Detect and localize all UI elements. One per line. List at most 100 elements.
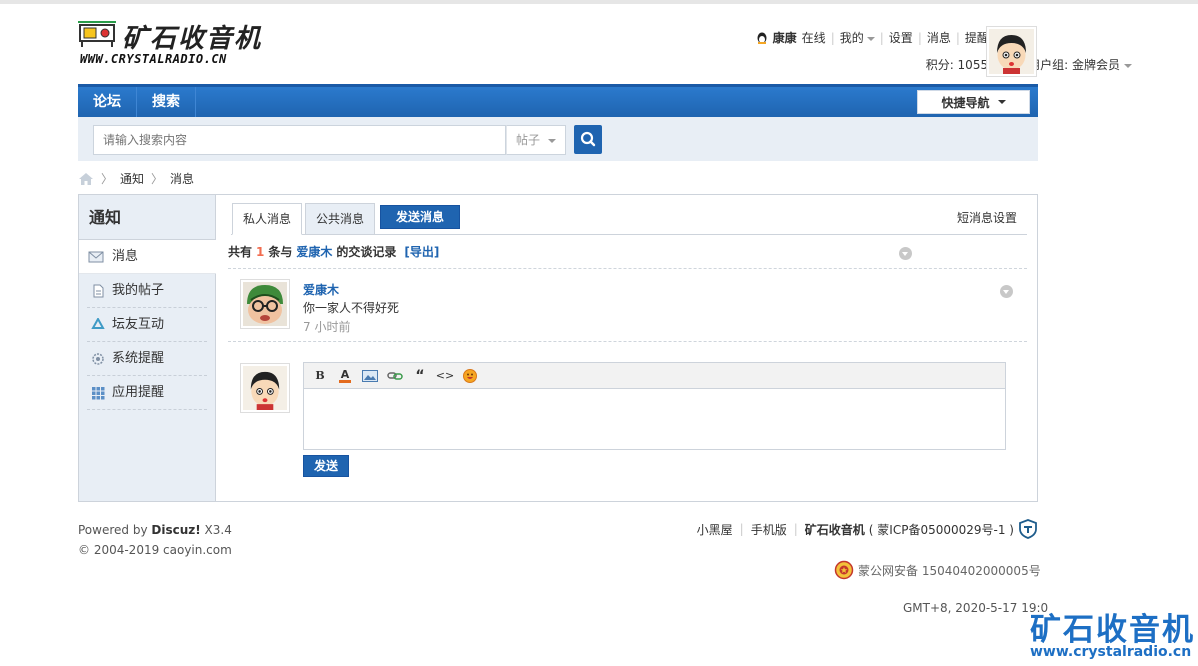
police-record[interactable]: 蒙公网安备 15040402000005号 [834, 560, 1041, 580]
separator: | [955, 30, 960, 45]
sidebar-item-interaction[interactable]: 坛友互动 [87, 308, 207, 342]
points-label: 积分: 1055 [925, 58, 989, 72]
divider [228, 341, 1027, 342]
sidebar-item-label: 我的帖子 [112, 283, 165, 298]
chevron-right-icon: 〉 [101, 172, 114, 186]
chevron-right-icon: 〉 [151, 172, 164, 186]
quick-nav-label: 快捷导航 [941, 95, 990, 110]
shield-icon[interactable] [1018, 519, 1038, 539]
online-status[interactable]: 在线 [802, 29, 826, 46]
grid-icon [92, 387, 105, 400]
footer-site-name[interactable]: 矿石收音机 [805, 521, 865, 538]
username-link[interactable]: 康康 [773, 29, 797, 46]
sidebar-title: 通知 [79, 195, 215, 240]
my-menu[interactable]: 我的 [840, 29, 875, 46]
separator: | [793, 522, 798, 536]
user-avatar[interactable] [986, 26, 1037, 77]
gear-icon [92, 353, 104, 365]
font-color-icon[interactable]: A [335, 367, 355, 385]
message-author[interactable]: 爱康木 [303, 281, 339, 298]
radio-logo-icon [78, 21, 116, 47]
tab-private-messages[interactable]: 私人消息 [232, 203, 303, 235]
tab-public-messages[interactable]: 公共消息 [305, 203, 376, 235]
chevron-down-icon [1124, 63, 1132, 68]
sidebar-item-label: 坛友互动 [112, 317, 165, 332]
message-main: 私人消息 公共消息 发送消息 短消息设置 共有 1 条与 爱康木 的交谈记录 [导出] 爱… [216, 195, 1037, 501]
my-menu-label: 我的 [839, 31, 864, 45]
collapse-toggle-icon[interactable] [899, 247, 912, 260]
image-icon[interactable] [360, 367, 380, 385]
link-icon[interactable] [385, 367, 405, 385]
watermark-url: www.crystalradio.cn [1030, 644, 1192, 660]
summary-suffix: 的交谈记录 [336, 245, 397, 259]
sidebar: 通知 消息 我的帖子 坛友互动 系统提醒 应用提醒 [79, 195, 216, 501]
image-glyph [362, 369, 378, 382]
site-logo[interactable]: 矿石收音机 WWW.CRYSTALRADIO.CN [78, 18, 263, 70]
footer-link-blackroom[interactable]: 小黑屋 [697, 521, 733, 538]
my-avatar [240, 363, 290, 413]
code-icon[interactable]: <> [435, 367, 455, 385]
main-nav: 论坛 搜索 快捷导航 [78, 84, 1038, 117]
bold-label: B [315, 369, 325, 382]
footer-icp[interactable]: ( 蒙ICP备05000029号-1 ) [869, 521, 1014, 538]
footer-left: Powered by Discuz! X3.4 © 2004-2019 caoy… [78, 520, 232, 560]
breadcrumb: 〉 通知 〉 消息 [78, 170, 194, 187]
discuz-link[interactable]: Discuz! [151, 523, 200, 537]
sidebar-item-apps[interactable]: 应用提醒 [87, 376, 207, 410]
footer-right: 小黑屋 | 手机版 | 矿石收音机 ( 蒙ICP备05000029号-1 ) [697, 519, 1038, 539]
partner-link[interactable]: 爱康木 [296, 245, 332, 259]
sidebar-item-system[interactable]: 系统提醒 [87, 342, 207, 376]
watermark-title: 矿石收音机 [1030, 612, 1195, 648]
smiley-icon[interactable] [460, 367, 480, 385]
code-glyph: <> [435, 369, 455, 382]
nav-item-forum[interactable]: 论坛 [78, 87, 137, 117]
separator: | [739, 522, 744, 536]
quote-glyph: “ [415, 367, 425, 384]
document-icon [93, 284, 104, 298]
site-watermark: 矿石收音机 www.crystalradio.cn [1030, 600, 1198, 666]
color-swatch [339, 379, 351, 383]
message-text: 你一家人不得好死 [303, 301, 400, 315]
footer-link-mobile[interactable]: 手机版 [751, 521, 787, 538]
message-options-icon[interactable] [1000, 285, 1013, 298]
export-link[interactable]: [导出] [404, 245, 439, 259]
sidebar-item-label: 系统提醒 [112, 351, 165, 366]
group-label: 用户组: 金牌会员 [1028, 58, 1120, 72]
search-input[interactable] [93, 125, 506, 155]
copyright: © 2004-2019 caoyin.com [78, 543, 232, 557]
search-bar: 帖子 [78, 117, 1038, 161]
sidebar-item-my-posts[interactable]: 我的帖子 [87, 274, 207, 308]
sidebar-item-messages[interactable]: 消息 [79, 240, 216, 274]
pm-settings-link[interactable]: 短消息设置 [957, 209, 1017, 226]
smiley-glyph [463, 368, 477, 383]
recycle-icon [91, 318, 105, 329]
quote-icon[interactable]: “ [410, 367, 430, 385]
notice-panel: 通知 消息 我的帖子 坛友互动 系统提醒 应用提醒 私人消息 公共消息 发送消息… [78, 194, 1038, 502]
messages-link[interactable]: 消息 [927, 29, 951, 46]
breadcrumb-messages: 消息 [170, 172, 195, 186]
nav-item-search[interactable]: 搜索 [137, 87, 196, 117]
powered-by: Powered by Discuz! X3.4 [78, 520, 232, 540]
search-type-select[interactable]: 帖子 [506, 125, 566, 155]
reply-textarea[interactable] [304, 389, 1005, 449]
settings-link[interactable]: 设置 [889, 29, 913, 46]
summary-mid: 条与 [268, 245, 293, 259]
police-record-text: 蒙公网安备 15040402000005号 [858, 563, 1041, 578]
police-badge-icon [834, 560, 854, 580]
quick-nav-button[interactable]: 快捷导航 [917, 90, 1030, 114]
breadcrumb-notify[interactable]: 通知 [120, 170, 144, 187]
bold-icon[interactable]: B [310, 367, 330, 385]
link-glyph [387, 371, 403, 380]
search-button[interactable] [574, 125, 602, 154]
group-menu[interactable]: 用户组: 金牌会员 [1028, 56, 1132, 73]
reply-send-button[interactable]: 发送 [303, 455, 349, 477]
separator: | [830, 30, 835, 45]
summary-prefix: 共有 [228, 245, 253, 259]
avatar-image [989, 29, 1034, 74]
send-message-button[interactable]: 发送消息 [380, 205, 460, 229]
envelope-icon [88, 251, 104, 263]
sender-avatar[interactable] [240, 279, 290, 329]
tabs: 私人消息 公共消息 发送消息 短消息设置 [216, 195, 1037, 241]
home-icon[interactable] [78, 172, 94, 186]
editor-toolbar: B A “ <> [304, 363, 1005, 389]
